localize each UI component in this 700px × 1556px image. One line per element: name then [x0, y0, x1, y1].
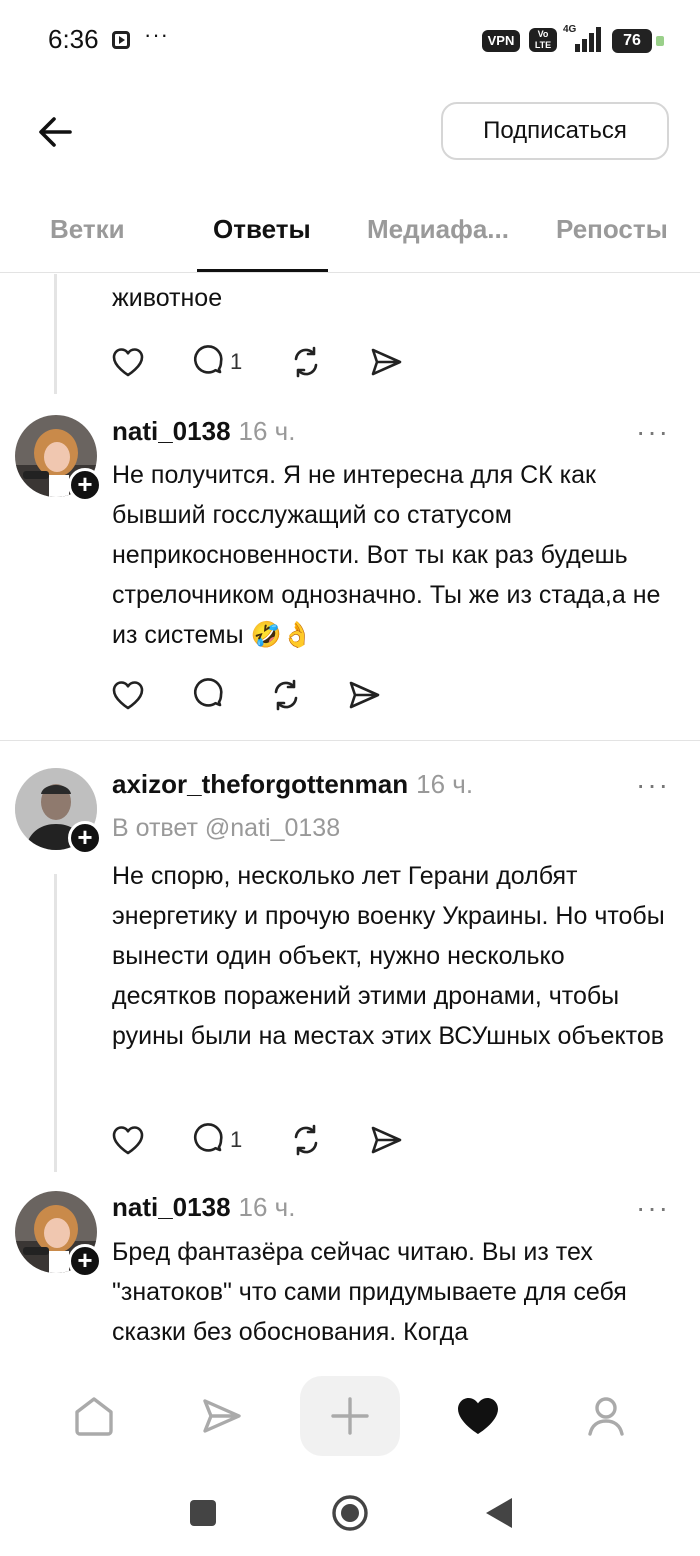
nav-activity[interactable]	[428, 1376, 528, 1456]
thread-line	[54, 274, 57, 394]
media-notification-icon	[112, 31, 130, 49]
recents-button[interactable]	[188, 1498, 218, 1528]
follow-button[interactable]: Подписаться	[441, 102, 669, 160]
timestamp: 16 ч.	[238, 1192, 296, 1222]
reply-button[interactable]: 1	[190, 1120, 242, 1160]
more-options-button[interactable]: ···	[636, 769, 670, 801]
post-text: Не получится. Я не интересна для СК как …	[112, 461, 661, 649]
network-type: 4G	[563, 24, 577, 35]
heart-icon	[112, 1126, 144, 1155]
reply-count: 1	[230, 349, 243, 374]
tab-reposts[interactable]: Репосты	[556, 214, 668, 245]
post-text: Не спорю, несколько лет Герани долбят эн…	[112, 862, 665, 1050]
send-icon	[371, 348, 402, 376]
post-header: axizor_theforgottenman 16 ч.	[112, 769, 473, 800]
send-icon	[203, 1399, 241, 1433]
comment-icon	[194, 1123, 223, 1152]
profile-icon	[588, 1397, 624, 1436]
nav-send[interactable]	[172, 1376, 272, 1456]
tab-threads[interactable]: Ветки	[50, 214, 125, 245]
username[interactable]: nati_0138	[112, 1192, 231, 1222]
like-button[interactable]	[110, 675, 146, 715]
back-button[interactable]	[34, 110, 78, 154]
post-text: Бред фантазёра сейчас читаю. Вы из тех "…	[112, 1238, 627, 1346]
volte-badge: Vo LTE	[529, 28, 557, 52]
like-button[interactable]	[110, 1120, 146, 1160]
send-icon	[371, 1126, 402, 1154]
plus-icon	[331, 1397, 369, 1435]
send-icon	[349, 681, 380, 709]
timestamp: 16 ч.	[238, 416, 296, 446]
repost-button[interactable]	[288, 1120, 324, 1160]
heart-icon	[112, 348, 144, 377]
repost-icon	[274, 679, 298, 711]
post-header: nati_0138 16 ч.	[112, 1192, 295, 1223]
signal-icon: 4G	[563, 24, 603, 52]
follow-plus-button[interactable]: +	[68, 468, 102, 502]
more-notifications-icon: ···	[144, 22, 169, 47]
post-actions: 1	[110, 342, 430, 382]
nav-home[interactable]	[44, 1376, 144, 1456]
home-icon	[75, 1397, 113, 1436]
post-header: nati_0138 16 ч.	[112, 416, 295, 447]
active-tab-indicator	[197, 269, 328, 272]
more-options-button[interactable]: ···	[636, 1192, 670, 1224]
like-button[interactable]	[110, 342, 146, 382]
arrow-left-icon	[39, 117, 72, 147]
system-navigation	[0, 1478, 700, 1556]
status-bar: 6:36 ··· VPN Vo LTE 4G 76	[0, 0, 700, 82]
share-button[interactable]	[368, 342, 404, 382]
reply-to-label[interactable]: В ответ @nati_0138	[112, 814, 340, 843]
repost-icon	[294, 1124, 318, 1156]
more-options-button[interactable]: ···	[636, 416, 670, 448]
follow-plus-button[interactable]: +	[68, 1244, 102, 1278]
username[interactable]: nati_0138	[112, 416, 231, 446]
nav-create-button[interactable]	[300, 1376, 400, 1456]
activity-heart-icon	[458, 1398, 498, 1434]
username[interactable]: axizor_theforgottenman	[112, 769, 408, 799]
comment-icon	[194, 678, 223, 707]
post-actions: 1	[110, 1120, 430, 1160]
home-button[interactable]	[331, 1494, 369, 1532]
replies-feed[interactable]: животное 1 + nati_0138 16 ч. ··· Не получ…	[0, 274, 700, 1354]
repost-icon	[294, 346, 318, 378]
reply-count: 1	[230, 1127, 243, 1152]
battery-icon: 76	[612, 29, 664, 53]
share-button[interactable]	[346, 675, 382, 715]
share-button[interactable]	[368, 1120, 404, 1160]
follow-plus-button[interactable]: +	[68, 821, 102, 855]
tab-media[interactable]: Медиафа...	[367, 214, 509, 245]
nav-profile[interactable]	[556, 1376, 656, 1456]
bottom-navigation	[0, 1354, 700, 1478]
post-text: животное	[112, 284, 223, 312]
post-divider	[0, 740, 700, 741]
post-actions	[110, 675, 430, 715]
repost-button[interactable]	[268, 675, 304, 715]
reply-button[interactable]	[190, 675, 226, 715]
vpn-badge: VPN	[482, 30, 520, 52]
thread-line	[54, 874, 57, 1172]
comment-icon	[194, 345, 223, 374]
heart-icon	[112, 681, 144, 710]
timestamp: 16 ч.	[416, 769, 474, 799]
reply-button[interactable]: 1	[190, 342, 242, 382]
profile-tabs: Ветки Ответы Медиафа... Репосты	[0, 200, 700, 273]
back-nav-button[interactable]	[484, 1496, 514, 1530]
status-time: 6:36	[48, 24, 99, 54]
tab-replies[interactable]: Ответы	[213, 214, 311, 245]
repost-button[interactable]	[288, 342, 324, 382]
